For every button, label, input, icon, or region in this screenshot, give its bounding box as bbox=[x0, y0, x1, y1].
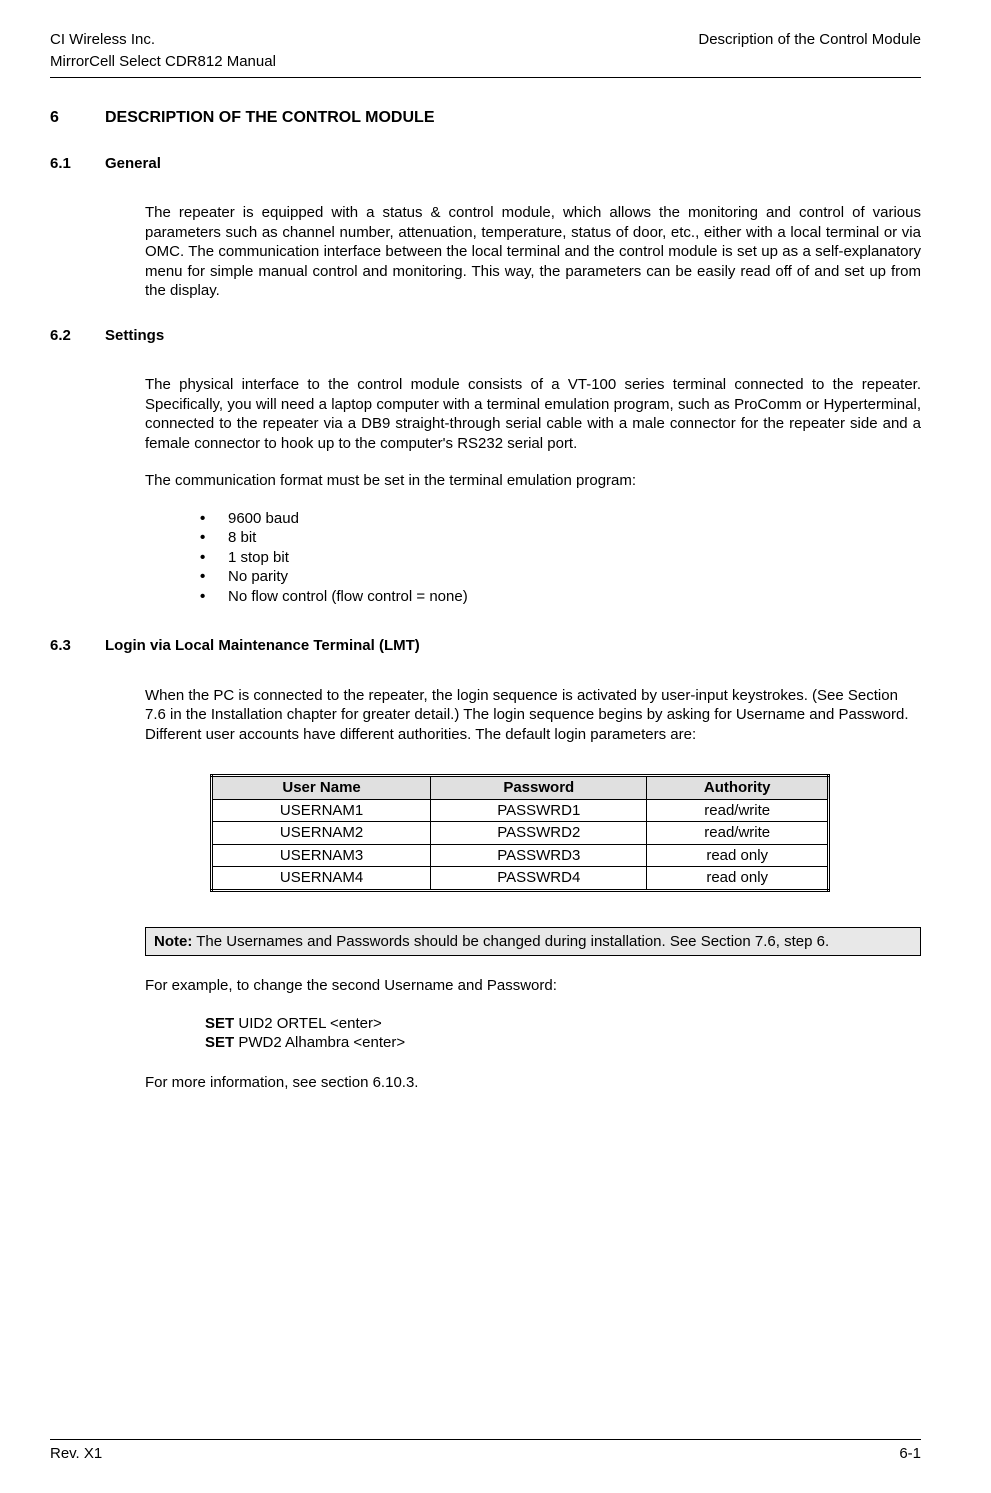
footer-revision: Rev. X1 bbox=[50, 1444, 102, 1464]
table-row: USERNAM4 PASSWRD4 read only bbox=[212, 867, 829, 891]
heading-6-1: 6.1 General bbox=[50, 154, 921, 174]
command-args: UID2 ORTEL <enter> bbox=[234, 1015, 382, 1032]
heading-6-number: 6 bbox=[50, 108, 105, 129]
command-keyword: SET bbox=[205, 1034, 234, 1051]
table-cell: PASSWRD4 bbox=[431, 867, 647, 891]
table-row: USERNAM1 PASSWRD1 read/write bbox=[212, 799, 829, 822]
heading-6-3-title: Login via Local Maintenance Terminal (LM… bbox=[105, 636, 420, 656]
table-cell: read/write bbox=[647, 799, 829, 822]
table-header-password: Password bbox=[431, 776, 647, 800]
table-cell: PASSWRD2 bbox=[431, 822, 647, 845]
table-header-username: User Name bbox=[212, 776, 431, 800]
table-row: USERNAM3 PASSWRD3 read only bbox=[212, 844, 829, 867]
header-divider bbox=[50, 77, 921, 78]
table-cell: PASSWRD1 bbox=[431, 799, 647, 822]
heading-6-title: DESCRIPTION OF THE CONTROL MODULE bbox=[105, 108, 434, 129]
table-header-authority: Authority bbox=[647, 776, 829, 800]
command-line-2: SET PWD2 Alhambra <enter> bbox=[205, 1033, 921, 1053]
list-item: 1 stop bit bbox=[200, 548, 921, 568]
table-row: USERNAM2 PASSWRD2 read/write bbox=[212, 822, 829, 845]
table-cell: read/write bbox=[647, 822, 829, 845]
table-cell: USERNAM1 bbox=[212, 799, 431, 822]
note-box: Note: The Usernames and Passwords should… bbox=[145, 927, 921, 957]
table-cell: PASSWRD3 bbox=[431, 844, 647, 867]
table-cell: USERNAM3 bbox=[212, 844, 431, 867]
command-block: SET UID2 ORTEL <enter> SET PWD2 Alhambra… bbox=[205, 1014, 921, 1053]
page-footer: Rev. X1 6-1 bbox=[50, 1439, 921, 1464]
footer-page-number: 6-1 bbox=[899, 1444, 921, 1464]
table-cell: read only bbox=[647, 844, 829, 867]
paragraph-6-3-2: For example, to change the second Userna… bbox=[145, 976, 921, 996]
heading-6-3-number: 6.3 bbox=[50, 636, 105, 656]
header-company: CI Wireless Inc. bbox=[50, 30, 155, 50]
command-keyword: SET bbox=[205, 1015, 234, 1032]
note-text: The Usernames and Passwords should be ch… bbox=[192, 933, 829, 950]
heading-6-1-title: General bbox=[105, 154, 161, 174]
login-parameters-table: User Name Password Authority USERNAM1 PA… bbox=[210, 774, 830, 892]
list-item: No flow control (flow control = none) bbox=[200, 587, 921, 607]
command-args: PWD2 Alhambra <enter> bbox=[234, 1034, 405, 1051]
paragraph-6-3-3: For more information, see section 6.10.3… bbox=[145, 1073, 921, 1093]
paragraph-6-3-1: When the PC is connected to the repeater… bbox=[145, 686, 921, 745]
table-header-row: User Name Password Authority bbox=[212, 776, 829, 800]
heading-6-2-title: Settings bbox=[105, 326, 164, 346]
page-header: CI Wireless Inc. Description of the Cont… bbox=[50, 30, 921, 50]
paragraph-6-1-1: The repeater is equipped with a status &… bbox=[145, 203, 921, 301]
heading-6: 6 DESCRIPTION OF THE CONTROL MODULE bbox=[50, 108, 921, 129]
list-item: 8 bit bbox=[200, 528, 921, 548]
list-item: 9600 baud bbox=[200, 509, 921, 529]
page-header-line2: MirrorCell Select CDR812 Manual bbox=[50, 52, 921, 72]
note-label: Note: bbox=[154, 933, 192, 950]
heading-6-3: 6.3 Login via Local Maintenance Terminal… bbox=[50, 636, 921, 656]
heading-6-2-number: 6.2 bbox=[50, 326, 105, 346]
footer-divider bbox=[50, 1439, 921, 1440]
list-item: No parity bbox=[200, 567, 921, 587]
heading-6-2: 6.2 Settings bbox=[50, 326, 921, 346]
paragraph-6-2-1: The physical interface to the control mo… bbox=[145, 375, 921, 453]
paragraph-6-2-2: The communication format must be set in … bbox=[145, 471, 921, 491]
header-manual: MirrorCell Select CDR812 Manual bbox=[50, 52, 276, 72]
settings-bullet-list: 9600 baud 8 bit 1 stop bit No parity No … bbox=[200, 509, 921, 607]
command-line-1: SET UID2 ORTEL <enter> bbox=[205, 1014, 921, 1034]
table-cell: USERNAM2 bbox=[212, 822, 431, 845]
table-cell: read only bbox=[647, 867, 829, 891]
header-section-title: Description of the Control Module bbox=[698, 30, 921, 50]
heading-6-1-number: 6.1 bbox=[50, 154, 105, 174]
table-cell: USERNAM4 bbox=[212, 867, 431, 891]
